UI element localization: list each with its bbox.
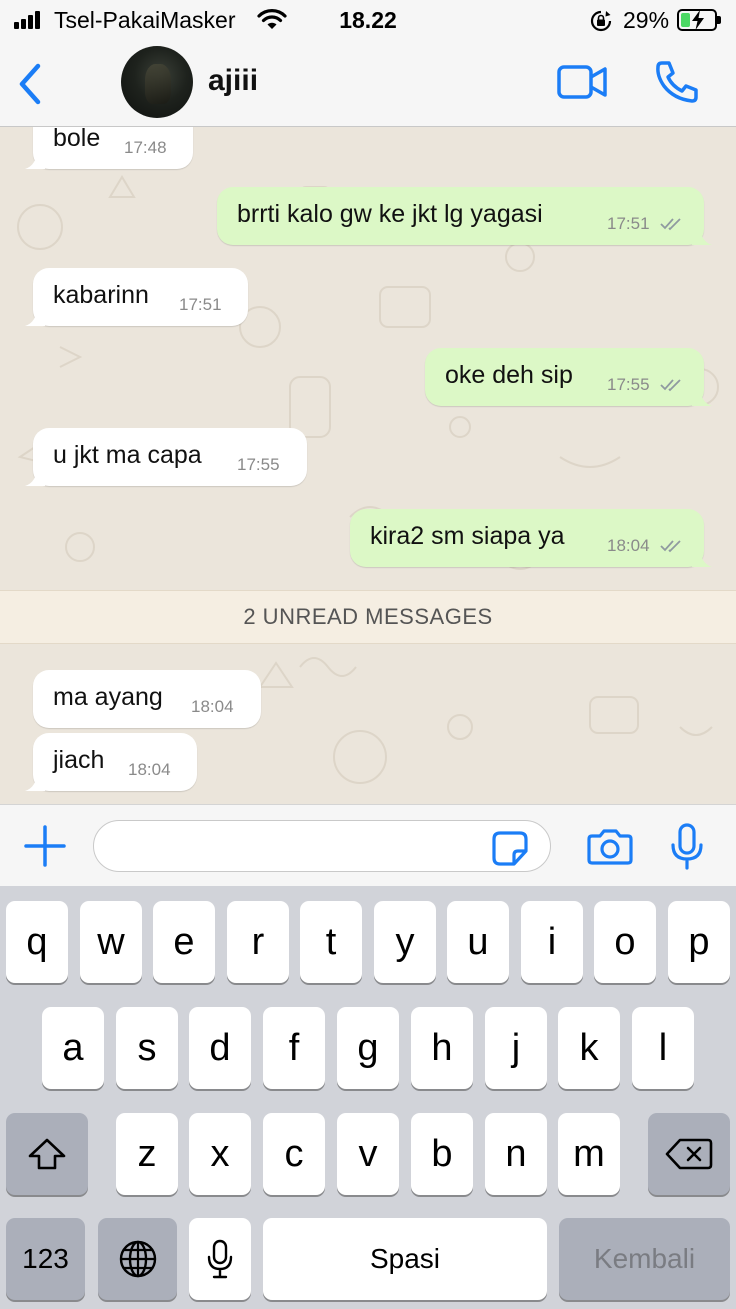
message-bubble-incoming[interactable]: bole 17:48 — [25, 127, 193, 169]
rotation-lock-icon — [590, 10, 612, 37]
microphone-icon[interactable] — [670, 823, 704, 876]
contact-avatar[interactable] — [121, 46, 193, 118]
message-bubble-incoming[interactable]: u jkt ma capa 17:55 — [25, 428, 307, 486]
key-h[interactable]: h — [411, 1007, 473, 1089]
status-bar: Tsel-PakaiMasker 18.22 29% — [0, 0, 736, 42]
message-text: ma ayang — [53, 683, 163, 711]
battery-charging-icon — [677, 9, 721, 31]
read-ticks-icon — [660, 379, 681, 392]
video-call-icon[interactable] — [556, 62, 608, 107]
message-text: bole — [53, 127, 101, 152]
key-c[interactable]: c — [263, 1113, 325, 1195]
return-key[interactable]: Kembali — [559, 1218, 730, 1300]
key-p[interactable]: p — [668, 901, 730, 983]
message-time: 17:48 — [124, 138, 167, 157]
key-r[interactable]: r — [227, 901, 289, 983]
message-input-bar — [0, 804, 736, 886]
message-bubble-outgoing[interactable]: oke deh sip 17:55 — [425, 348, 712, 406]
whatsapp-chat-screen: Tsel-PakaiMasker 18.22 29% ajiii bole 17… — [0, 0, 736, 1309]
space-key[interactable]: Spasi — [263, 1218, 547, 1300]
shift-key[interactable] — [6, 1113, 88, 1195]
unread-messages-banner: 2 UNREAD MESSAGES — [0, 590, 736, 644]
key-b[interactable]: b — [411, 1113, 473, 1195]
message-input[interactable] — [93, 820, 551, 872]
sticker-icon[interactable] — [492, 831, 530, 872]
message-time: 17:51 — [607, 214, 650, 233]
key-y[interactable]: y — [374, 901, 436, 983]
numbers-key[interactable]: 123 — [6, 1218, 85, 1300]
key-t[interactable]: t — [300, 901, 362, 983]
message-time: 18:04 — [128, 760, 171, 779]
phone-call-icon[interactable] — [654, 59, 700, 110]
key-s[interactable]: s — [116, 1007, 178, 1089]
message-bubble-outgoing[interactable]: brrti kalo gw ke jkt lg yagasi 17:51 — [217, 187, 712, 245]
message-text: jiach — [53, 746, 105, 774]
message-text: oke deh sip — [445, 361, 573, 389]
key-v[interactable]: v — [337, 1113, 399, 1195]
camera-icon[interactable] — [586, 828, 634, 871]
message-time: 18:04 — [191, 697, 234, 716]
shift-icon — [28, 1138, 66, 1170]
contact-name[interactable]: ajiii — [208, 64, 258, 98]
globe-key[interactable] — [98, 1218, 177, 1300]
dictation-key[interactable] — [189, 1218, 251, 1300]
message-text: kira2 sm siapa ya — [370, 522, 565, 550]
message-text: u jkt ma capa — [53, 441, 202, 469]
backspace-icon — [665, 1138, 713, 1170]
globe-icon — [119, 1240, 156, 1278]
key-j[interactable]: j — [485, 1007, 547, 1089]
key-o[interactable]: o — [594, 901, 656, 983]
chat-header: ajiii — [0, 42, 736, 127]
message-time: 17:51 — [179, 295, 222, 314]
key-n[interactable]: n — [485, 1113, 547, 1195]
key-k[interactable]: k — [558, 1007, 620, 1089]
message-bubble-incoming[interactable]: jiach 18:04 — [25, 733, 197, 791]
key-z[interactable]: z — [116, 1113, 178, 1195]
message-text: kabarinn — [53, 281, 149, 309]
backspace-key[interactable] — [648, 1113, 730, 1195]
read-ticks-icon — [660, 218, 681, 231]
key-f[interactable]: f — [263, 1007, 325, 1089]
key-g[interactable]: g — [337, 1007, 399, 1089]
read-ticks-icon — [660, 540, 681, 553]
back-icon[interactable] — [14, 62, 50, 106]
message-bubble-outgoing[interactable]: kira2 sm siapa ya 18:04 — [350, 509, 712, 567]
plus-icon[interactable] — [24, 825, 66, 872]
key-x[interactable]: x — [189, 1113, 251, 1195]
key-u[interactable]: u — [447, 901, 509, 983]
key-a[interactable]: a — [42, 1007, 104, 1089]
key-i[interactable]: i — [521, 901, 583, 983]
dictation-mic-icon — [207, 1239, 233, 1279]
battery-percentage: 29% — [623, 7, 670, 33]
message-text: brrti kalo gw ke jkt lg yagasi — [237, 200, 543, 228]
key-q[interactable]: q — [6, 901, 68, 983]
key-m[interactable]: m — [558, 1113, 620, 1195]
key-d[interactable]: d — [189, 1007, 251, 1089]
message-time: 17:55 — [607, 375, 650, 394]
key-w[interactable]: w — [80, 901, 142, 983]
key-e[interactable]: e — [153, 901, 215, 983]
message-bubble-incoming[interactable]: ma ayang 18:04 — [33, 670, 261, 728]
key-l[interactable]: l — [632, 1007, 694, 1089]
message-time: 17:55 — [237, 455, 280, 474]
keyboard: q w e r t y u i o p a s d f g h j k l z … — [0, 886, 736, 1309]
message-time: 18:04 — [607, 536, 650, 555]
chat-message-list[interactable]: bole 17:48 brrti kalo gw ke jkt lg yagas… — [0, 127, 736, 804]
message-bubble-incoming[interactable]: kabarinn 17:51 — [25, 268, 248, 326]
